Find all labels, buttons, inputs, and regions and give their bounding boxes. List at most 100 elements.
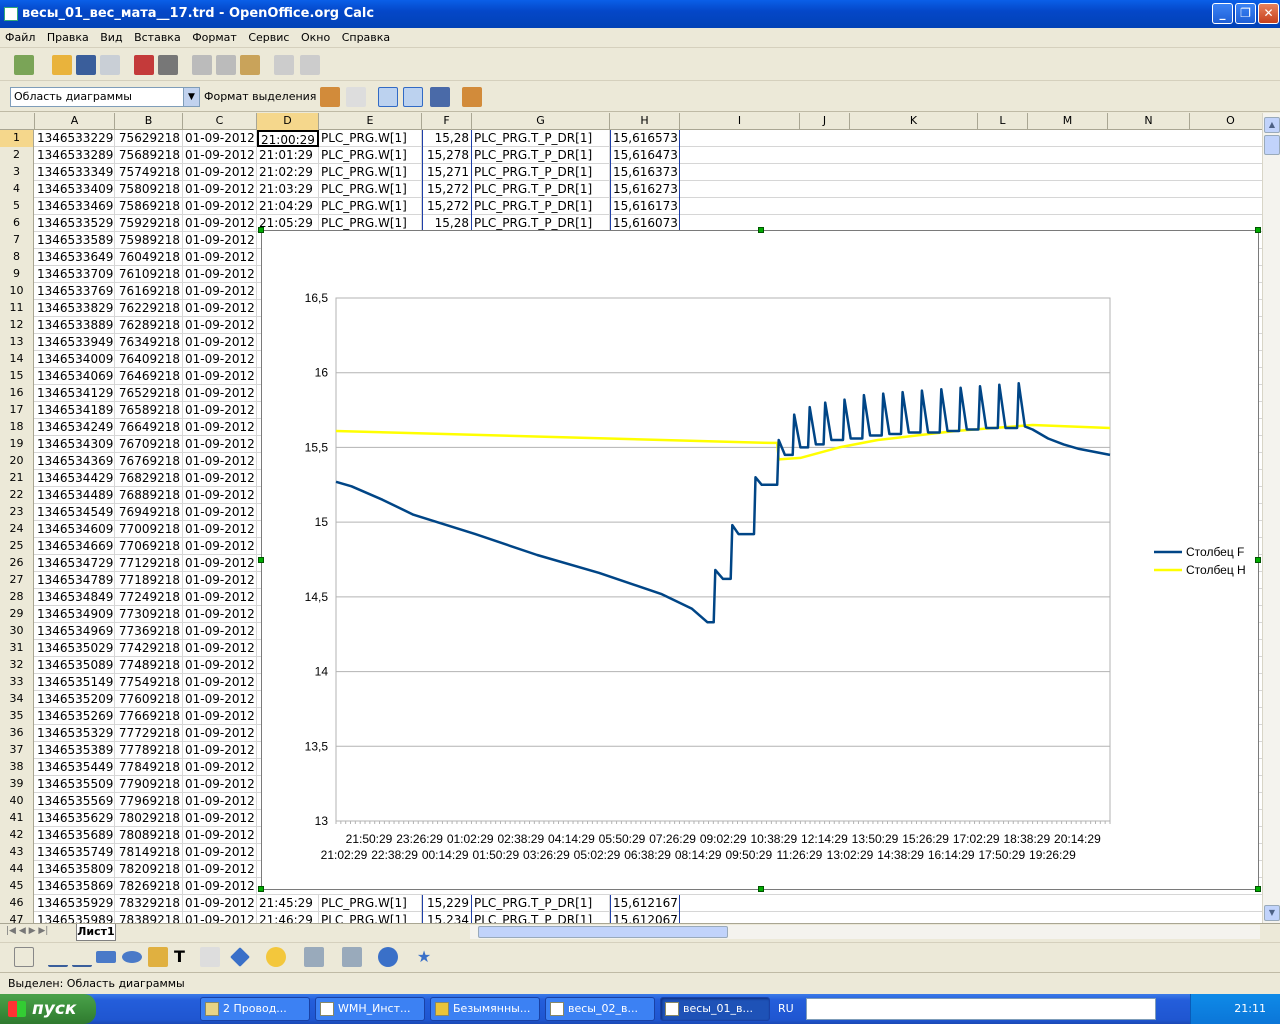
save-icon[interactable] xyxy=(76,55,96,75)
cell-d[interactable]: 21:00:29 xyxy=(257,130,319,147)
cell-b[interactable]: 77729218 xyxy=(115,725,183,742)
cell-b[interactable]: 76769218 xyxy=(115,453,183,470)
cell-c[interactable]: 01-09-2012 xyxy=(183,232,257,249)
cell-c[interactable]: 01-09-2012 xyxy=(183,436,257,453)
rectangle-tool-icon[interactable] xyxy=(96,951,116,963)
cell-a[interactable]: 1346534369 xyxy=(35,453,115,470)
cell-a[interactable]: 1346535629 xyxy=(35,810,115,827)
row-header[interactable]: 13 xyxy=(0,334,34,351)
cell-a[interactable]: 1346534009 xyxy=(35,351,115,368)
cell-g[interactable]: PLC_PRG.T_P_DR[1] xyxy=(472,198,610,215)
row-header[interactable]: 1 xyxy=(0,130,34,147)
resize-handle[interactable] xyxy=(758,227,764,233)
row-header[interactable]: 4 xyxy=(0,181,34,198)
cell-d[interactable]: 21:01:29 xyxy=(257,147,319,164)
task-paint[interactable]: Безымянны... xyxy=(430,997,540,1021)
cell-a[interactable]: 1346535989 xyxy=(35,912,115,923)
cell-b[interactable]: 76589218 xyxy=(115,402,183,419)
cell-g[interactable]: PLC_PRG.T_P_DR[1] xyxy=(472,895,610,912)
row-header[interactable]: 2 xyxy=(0,147,34,164)
row-header[interactable]: 14 xyxy=(0,351,34,368)
redo-icon[interactable] xyxy=(300,55,320,75)
resize-handle[interactable] xyxy=(258,886,264,892)
insert-chart-icon[interactable] xyxy=(462,87,482,107)
cell-c[interactable]: 01-09-2012 xyxy=(183,385,257,402)
cell-d[interactable]: 21:04:29 xyxy=(257,198,319,215)
select-arrow-icon[interactable] xyxy=(14,947,34,967)
cell-b[interactable]: 76649218 xyxy=(115,419,183,436)
cell-d[interactable]: 21:46:29 xyxy=(257,912,319,923)
chart-object[interactable]: 13 13,5 14 14,5 15 15,5 16 16,5 21:50:29 23:26:29… xyxy=(258,227,1261,892)
cell-a[interactable]: 1346534549 xyxy=(35,504,115,521)
resize-handle[interactable] xyxy=(258,227,264,233)
menu-format[interactable]: Формат xyxy=(187,28,240,44)
col-header[interactable]: N xyxy=(1108,113,1190,130)
cell-b[interactable]: 76889218 xyxy=(115,487,183,504)
print-icon[interactable] xyxy=(158,55,178,75)
cell-a[interactable]: 1346533289 xyxy=(35,147,115,164)
cell-b[interactable]: 75809218 xyxy=(115,181,183,198)
cell-a[interactable]: 1346535209 xyxy=(35,691,115,708)
line-chart[interactable]: 13 13,5 14 14,5 15 15,5 16 16,5 21:50:29 23:26:29… xyxy=(262,231,1258,889)
row-header[interactable]: 37 xyxy=(0,742,34,759)
cell-b[interactable]: 75869218 xyxy=(115,198,183,215)
cell-a[interactable]: 1346534129 xyxy=(35,385,115,402)
cell-f[interactable]: 15,271 xyxy=(422,164,472,181)
cell-c[interactable]: 01-09-2012 xyxy=(183,895,257,912)
cell-c[interactable]: 01-09-2012 xyxy=(183,402,257,419)
cell-a[interactable]: 1346535689 xyxy=(35,827,115,844)
cell-b[interactable]: 76469218 xyxy=(115,368,183,385)
cell-b[interactable]: 76709218 xyxy=(115,436,183,453)
row-header[interactable]: 33 xyxy=(0,674,34,691)
row-header[interactable]: 45 xyxy=(0,878,34,895)
cell-b[interactable]: 77429218 xyxy=(115,640,183,657)
vertical-scrollbar[interactable]: ▲ ▼ xyxy=(1262,113,1280,923)
cell-a[interactable]: 1346533409 xyxy=(35,181,115,198)
cell-c[interactable]: 01-09-2012 xyxy=(183,181,257,198)
cell-h[interactable]: 15,616173 xyxy=(610,198,680,215)
row-header[interactable]: 11 xyxy=(0,300,34,317)
cell-c[interactable]: 01-09-2012 xyxy=(183,283,257,300)
scroll-thumb[interactable] xyxy=(1264,135,1280,155)
cell-f[interactable]: 15,272 xyxy=(422,181,472,198)
resize-handle[interactable] xyxy=(1255,557,1261,563)
col-header[interactable]: A xyxy=(35,113,115,130)
symbol-shapes-icon[interactable] xyxy=(266,947,286,967)
cell-a[interactable]: 1346535869 xyxy=(35,878,115,895)
new-document-icon[interactable] xyxy=(14,55,34,75)
cell-d[interactable]: 21:45:29 xyxy=(257,895,319,912)
cell-h[interactable]: 15,612067 xyxy=(610,912,680,923)
cell-h[interactable]: 15,612167 xyxy=(610,895,680,912)
row-header[interactable]: 38 xyxy=(0,759,34,776)
cell-e[interactable]: PLC_PRG.W[1] xyxy=(319,895,422,912)
task-calc-02[interactable]: весы_02_в... xyxy=(545,997,655,1021)
copy-icon[interactable] xyxy=(216,55,236,75)
cell-b[interactable]: 78269218 xyxy=(115,878,183,895)
cell-c[interactable]: 01-09-2012 xyxy=(183,657,257,674)
chevron-down-icon[interactable]: ▼ xyxy=(183,88,199,106)
cell-c[interactable]: 01-09-2012 xyxy=(183,623,257,640)
nero-search-field[interactable] xyxy=(806,998,1156,1020)
row-header[interactable]: 17 xyxy=(0,402,34,419)
open-folder-icon[interactable] xyxy=(52,55,72,75)
cell-a[interactable]: 1346535089 xyxy=(35,657,115,674)
row-header[interactable]: 19 xyxy=(0,436,34,453)
format-selection-button[interactable]: Формат выделения xyxy=(204,90,316,103)
cell-a[interactable]: 1346534969 xyxy=(35,623,115,640)
cell-c[interactable]: 01-09-2012 xyxy=(183,504,257,521)
row-header[interactable]: 9 xyxy=(0,266,34,283)
hscroll-thumb[interactable] xyxy=(478,926,728,938)
scale-text-icon[interactable] xyxy=(430,87,450,107)
cell-a[interactable]: 1346534669 xyxy=(35,538,115,555)
cell-b[interactable]: 76229218 xyxy=(115,300,183,317)
menu-window[interactable]: Окно xyxy=(296,28,333,44)
resize-handle[interactable] xyxy=(758,886,764,892)
callouts-icon[interactable] xyxy=(378,947,398,967)
cell-b[interactable]: 77189218 xyxy=(115,572,183,589)
row-header[interactable]: 46 xyxy=(0,895,34,912)
cell-a[interactable]: 1346533769 xyxy=(35,283,115,300)
col-header[interactable]: M xyxy=(1028,113,1108,130)
cell-g[interactable]: PLC_PRG.T_P_DR[1] xyxy=(472,130,610,147)
row-header[interactable]: 35 xyxy=(0,708,34,725)
close-button[interactable]: ✕ xyxy=(1258,3,1279,24)
